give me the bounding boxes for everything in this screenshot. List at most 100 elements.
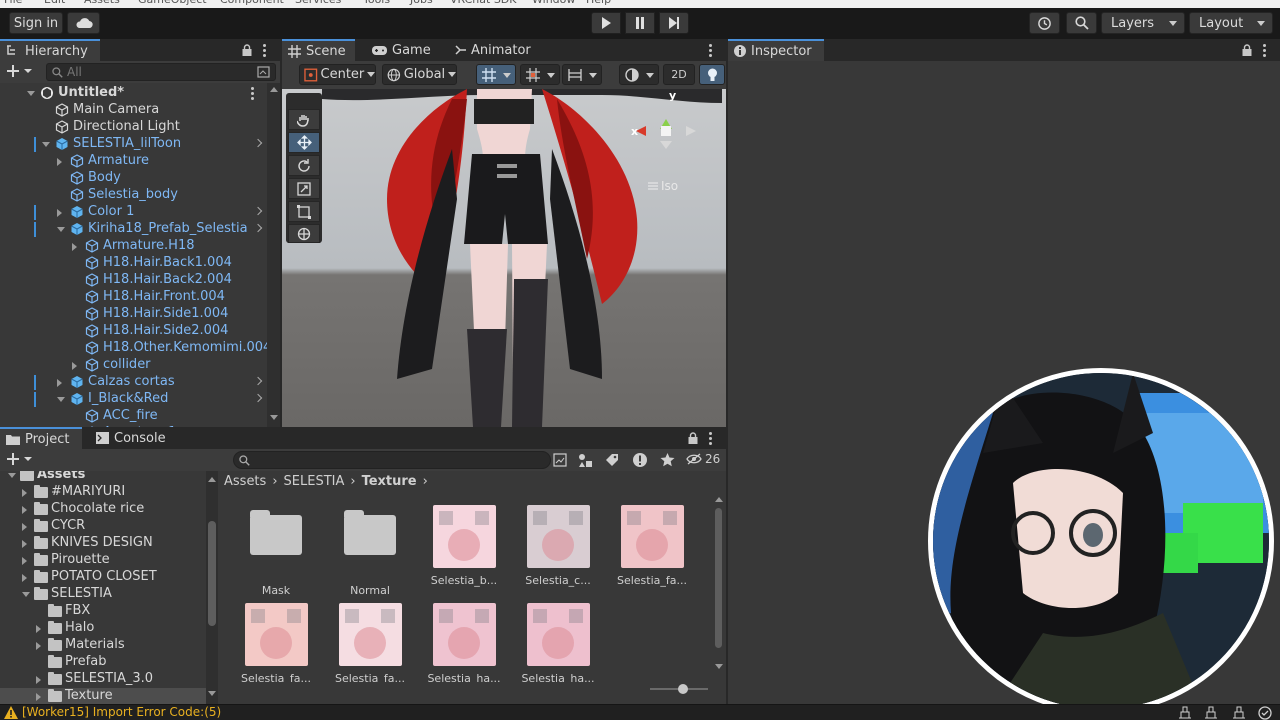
tab-game[interactable]: Game xyxy=(366,39,432,61)
hand-tool[interactable] xyxy=(288,109,320,130)
lighting-toggle[interactable] xyxy=(699,64,725,85)
menu-item[interactable]: File xyxy=(4,0,22,6)
search-by-type-icon[interactable] xyxy=(553,453,567,467)
breadcrumb-texture[interactable]: Texture xyxy=(362,474,417,489)
hierarchy-row[interactable]: Directional Light xyxy=(0,119,270,136)
package-icon[interactable] xyxy=(1232,706,1246,719)
asset-texture[interactable]: Selestia_c... xyxy=(518,505,598,587)
layout-dropdown[interactable]: Layout xyxy=(1189,12,1273,34)
asset-texture[interactable]: Selestia_b... xyxy=(424,505,504,587)
asset-texture[interactable]: Selestia_fa... xyxy=(236,603,316,682)
thumbnail-size-slider[interactable] xyxy=(650,684,708,694)
tab-inspector[interactable]: Inspector xyxy=(728,39,824,61)
tab-animator[interactable]: Animator xyxy=(448,39,538,61)
toggle-2d-button[interactable]: 2D xyxy=(663,64,695,85)
kebab-menu-icon[interactable] xyxy=(709,44,712,57)
cache-server-icon[interactable] xyxy=(1204,706,1218,719)
folder-tree-item[interactable]: Materials xyxy=(0,637,218,654)
folder-tree-item[interactable]: Assets xyxy=(0,471,218,484)
check-circle-icon[interactable] xyxy=(1258,706,1272,720)
tab-scene[interactable]: Scene xyxy=(282,39,355,61)
kebab-menu-icon[interactable] xyxy=(1263,44,1266,57)
play-button[interactable] xyxy=(591,12,621,34)
asset-grid-scrollbar[interactable] xyxy=(713,494,725,674)
hierarchy-row[interactable]: H18.Hair.Side1.004 xyxy=(0,306,270,323)
status-message[interactable]: [Worker15] Import Error Code:(5) xyxy=(22,705,221,719)
expand-open-icon[interactable] xyxy=(8,473,16,478)
cloud-button[interactable] xyxy=(67,12,100,34)
hierarchy-row[interactable]: Body xyxy=(0,170,270,187)
tab-console[interactable]: Console xyxy=(90,427,170,449)
menu-item[interactable]: VRChat SDK xyxy=(450,0,517,6)
asset-folder[interactable]: Normal xyxy=(330,505,410,597)
chevron-right-icon[interactable] xyxy=(253,138,263,148)
folder-tree-item[interactable]: SELESTIA xyxy=(0,586,218,603)
project-add-button[interactable] xyxy=(6,452,36,468)
folder-tree-item[interactable]: KNIVES DESIGN xyxy=(0,535,218,552)
folder-tree-item[interactable]: #MARIYURI xyxy=(0,484,218,501)
history-button[interactable] xyxy=(1029,12,1060,34)
pivot-dropdown[interactable]: Center xyxy=(299,64,376,85)
expand-closed-icon[interactable] xyxy=(36,693,41,701)
folder-tree-item[interactable]: Texture xyxy=(0,688,218,704)
hierarchy-row[interactable]: ACC_fire xyxy=(0,408,270,425)
chevron-right-icon[interactable] xyxy=(253,206,263,216)
hierarchy-row[interactable]: Color 1 xyxy=(0,204,270,221)
hierarchy-row[interactable]: H18.Hair.Front.004 xyxy=(0,289,270,306)
menu-item[interactable]: Component xyxy=(220,0,284,6)
breadcrumb-assets[interactable]: Assets xyxy=(224,474,266,489)
expand-closed-icon[interactable] xyxy=(36,676,41,684)
hierarchy-search-input[interactable]: All xyxy=(46,63,276,81)
breadcrumb-selestia[interactable]: SELESTIA xyxy=(284,474,345,489)
expand-closed-icon[interactable] xyxy=(72,362,77,370)
label-tag-icon[interactable] xyxy=(605,453,619,467)
folder-tree-item[interactable]: Halo xyxy=(0,620,218,637)
scene-viewport[interactable]: y x Iso xyxy=(282,89,726,427)
expand-open-icon[interactable] xyxy=(27,91,35,96)
hierarchy-row[interactable]: Selestia_body xyxy=(0,187,270,204)
expand-closed-icon[interactable] xyxy=(57,379,62,387)
hierarchy-row[interactable]: H18.Hair.Side2.004 xyxy=(0,323,270,340)
kebab-menu-icon[interactable] xyxy=(263,44,266,57)
move-tool[interactable] xyxy=(288,132,320,153)
kebab-menu-icon[interactable] xyxy=(251,87,254,100)
tab-hierarchy[interactable]: Hierarchy xyxy=(0,39,100,61)
search-options-icon[interactable] xyxy=(257,66,270,78)
project-search-input[interactable] xyxy=(233,451,551,469)
rect-tool[interactable] xyxy=(288,201,320,222)
expand-open-icon[interactable] xyxy=(22,592,30,597)
hierarchy-scrollbar[interactable] xyxy=(267,83,280,427)
expand-open-icon[interactable] xyxy=(57,227,65,232)
warning-filter-icon[interactable] xyxy=(632,452,648,468)
expand-closed-icon[interactable] xyxy=(22,574,27,582)
expand-closed-icon[interactable] xyxy=(22,506,27,514)
menu-item[interactable]: Edit xyxy=(44,0,65,6)
expand-closed-icon[interactable] xyxy=(22,489,27,497)
align-toggle[interactable] xyxy=(562,64,602,85)
hierarchy-row[interactable]: H18.Hair.Back1.004 xyxy=(0,255,270,272)
asset-texture[interactable]: Selestia_ha... xyxy=(424,603,504,682)
expand-closed-icon[interactable] xyxy=(57,209,62,217)
hierarchy-row[interactable]: Armature xyxy=(0,153,270,170)
asset-texture[interactable]: Selestia_fa... xyxy=(612,505,692,587)
slider-handle[interactable] xyxy=(678,684,688,694)
asset-texture[interactable]: Selestia_fa... xyxy=(330,603,410,682)
hierarchy-row[interactable]: H18.Other.Kemomimi.004 xyxy=(0,340,270,357)
menu-item[interactable]: Help xyxy=(586,0,611,6)
folder-tree-item[interactable]: SELESTIA_3.0 xyxy=(0,671,218,688)
grid-snap-toggle[interactable] xyxy=(476,64,516,85)
folder-tree-item[interactable]: FBX xyxy=(0,603,218,620)
expand-closed-icon[interactable] xyxy=(57,158,62,166)
hierarchy-row[interactable]: H18.Hair.Back2.004 xyxy=(0,272,270,289)
hierarchy-row[interactable]: collider xyxy=(0,357,270,374)
kebab-menu-icon[interactable] xyxy=(709,432,712,445)
sign-in-button[interactable]: Sign in xyxy=(9,12,63,34)
lock-icon[interactable] xyxy=(688,432,698,444)
hierarchy-row[interactable]: SELESTIA_lilToon xyxy=(0,136,270,153)
folder-tree-item[interactable]: Pirouette xyxy=(0,552,218,569)
shading-mode-dropdown[interactable] xyxy=(619,64,659,85)
star-favorite-icon[interactable] xyxy=(660,452,675,467)
rotate-tool[interactable] xyxy=(288,155,320,176)
menu-item[interactable]: Tools xyxy=(363,0,390,6)
folder-tree-item[interactable]: Prefab xyxy=(0,654,218,671)
